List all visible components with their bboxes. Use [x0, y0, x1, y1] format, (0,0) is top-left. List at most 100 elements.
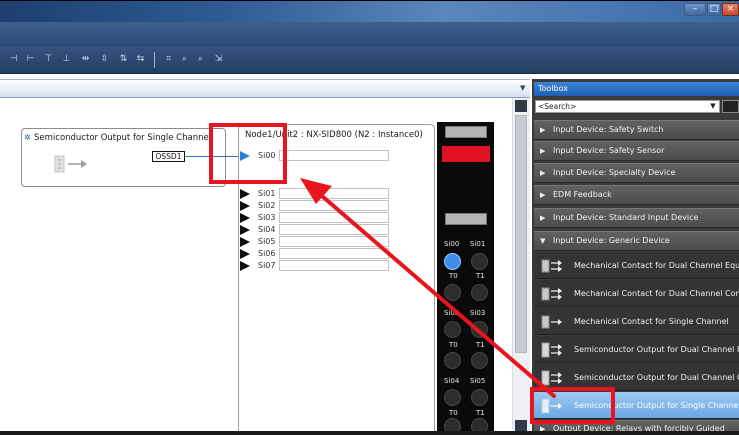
title-bar — [0, 0, 739, 22]
toolbar-align-icon[interactable]: ⊤ — [43, 54, 54, 65]
port-label: Si04 — [258, 225, 276, 234]
toolbox-category-label: Input Device: Safety Sensor — [553, 146, 665, 155]
terminal-label: Si02 — [444, 309, 460, 317]
chevron-right-icon: ▶ — [540, 214, 546, 222]
port-label: Si05 — [258, 237, 276, 246]
terminal-label: T0 — [449, 272, 458, 280]
input-port-row[interactable]: Si03 — [240, 212, 390, 224]
port-variable-field[interactable] — [279, 188, 389, 199]
port-variable-field[interactable] — [279, 224, 389, 235]
bottom-border — [0, 431, 739, 435]
chevron-right-icon: ▶ — [540, 147, 546, 155]
highlight-box-source — [530, 387, 615, 424]
port-label: Si07 — [258, 261, 276, 270]
toolbar-option-icon[interactable]: ⇲ — [213, 54, 224, 65]
input-port-icon — [240, 249, 250, 259]
toolbar-distribute-icon[interactable]: ⇆ — [135, 54, 146, 65]
editor-tab-header — [0, 79, 530, 98]
maximize-button[interactable]: □ — [707, 3, 721, 16]
toolbar-align-icon[interactable]: ⊥ — [61, 54, 72, 65]
chevron-down-icon[interactable]: ▼ — [520, 84, 525, 92]
terminal-point[interactable] — [444, 352, 461, 369]
toolbox-category-label: Input Device: Safety Switch — [553, 125, 664, 134]
toolbar-distribute-icon[interactable]: ⇅ — [118, 54, 129, 65]
toolbar-align-icon[interactable]: ⊣ — [8, 54, 19, 65]
dual-contact-icon — [541, 287, 562, 301]
input-port-row[interactable]: Si05 — [240, 236, 390, 248]
terminal-point[interactable] — [471, 321, 488, 338]
terminal-cap — [445, 126, 487, 138]
terminal-label: Si05 — [470, 377, 486, 385]
toolbox-category-label: Input Device: Generic Device — [553, 236, 670, 245]
toolbox-item-label: Semiconductor Output for Dual Channel F — [574, 345, 739, 354]
terminal-label: T0 — [449, 341, 458, 349]
input-port-icon — [240, 261, 250, 271]
terminal-point-active[interactable] — [444, 253, 461, 270]
device-block-title: Semiconductor Output for Single Channel — [34, 133, 212, 143]
port-variable-field[interactable] — [279, 150, 389, 161]
port-variable-field[interactable] — [279, 248, 389, 259]
terminal-point[interactable] — [444, 389, 461, 406]
toolbox-category-label: Input Device: Standard Input Device — [553, 213, 699, 222]
fit-view-icon[interactable]: ⌗ — [163, 54, 174, 65]
scroll-up-button[interactable] — [515, 100, 527, 112]
terminal-point[interactable] — [471, 284, 488, 301]
terminal-label: T0 — [449, 409, 458, 417]
terminal-point[interactable] — [471, 352, 488, 369]
toolbar — [0, 47, 739, 74]
scroll-thumb[interactable] — [515, 115, 527, 353]
port-label: Si06 — [258, 249, 276, 258]
input-port-row[interactable]: Si06 — [240, 248, 390, 260]
port-label: Si02 — [258, 201, 276, 210]
terminal-status-indicator — [442, 146, 490, 162]
terminal-point[interactable] — [471, 389, 488, 406]
terminal-point[interactable] — [444, 284, 461, 301]
terminal-label: T1 — [476, 341, 485, 349]
search-button[interactable] — [722, 100, 739, 113]
input-port-row[interactable]: Si04 — [240, 224, 390, 236]
chevron-right-icon: ▶ — [540, 126, 546, 134]
port-variable-field[interactable] — [279, 212, 389, 223]
port-variable-field[interactable] — [279, 236, 389, 247]
dual-semiconductor-icon — [541, 370, 562, 386]
close-button[interactable]: × — [722, 3, 739, 16]
terminal-label: Si01 — [470, 240, 486, 248]
zoom-out-icon[interactable]: ⌕ — [195, 54, 206, 65]
input-port-icon — [240, 201, 250, 211]
toolbar-distribute-icon[interactable]: ⇹ — [80, 54, 91, 65]
chevron-down-icon[interactable]: ▼ — [707, 101, 719, 112]
toolbox-title: Toolbox — [538, 84, 568, 93]
terminal-block-image — [437, 122, 494, 435]
highlight-box-target — [209, 123, 287, 184]
toolbar-distribute-icon[interactable]: ⇳ — [99, 54, 110, 65]
toolbox-item-label: Semiconductor Output for Dual Channel C — [574, 373, 739, 382]
input-port-icon — [240, 213, 250, 223]
semiconductor-output-icon — [54, 155, 87, 173]
ossd-output-terminal[interactable]: OSSD1 — [152, 151, 185, 162]
terminal-label: Si03 — [470, 309, 486, 317]
dual-contact-icon — [541, 259, 562, 273]
input-port-row[interactable]: Si01 — [240, 188, 390, 200]
port-variable-field[interactable] — [279, 260, 389, 271]
terminal-point[interactable] — [471, 253, 488, 270]
input-port-icon — [240, 237, 250, 247]
input-port-row[interactable]: Si07 — [240, 260, 390, 272]
toolbox-item-label: Mechanical Contact for Dual Channel Com — [574, 289, 739, 298]
input-port-row[interactable]: Si02 — [240, 200, 390, 212]
input-port-icon — [240, 225, 250, 235]
port-label: Si01 — [258, 189, 276, 198]
terminal-point[interactable] — [444, 321, 461, 338]
toolbox-item-label: Mechanical Contact for Dual Channel Equ — [574, 261, 739, 270]
chevron-right-icon: ▶ — [540, 191, 546, 199]
toolbox-category-label: EDM Feedback — [553, 190, 612, 199]
toolbar-align-icon[interactable]: ⊢ — [25, 54, 36, 65]
chevron-down-icon: ▼ — [540, 237, 546, 245]
minimize-button[interactable]: – — [684, 3, 706, 16]
input-port-icon — [240, 189, 250, 199]
terminal-label: Si04 — [444, 377, 460, 385]
port-variable-field[interactable] — [279, 200, 389, 211]
toolbar-separator — [154, 52, 155, 68]
zoom-in-icon[interactable]: ⌕ — [179, 54, 190, 65]
dual-semiconductor-icon — [541, 342, 562, 358]
chevron-right-icon: ▶ — [540, 169, 546, 177]
